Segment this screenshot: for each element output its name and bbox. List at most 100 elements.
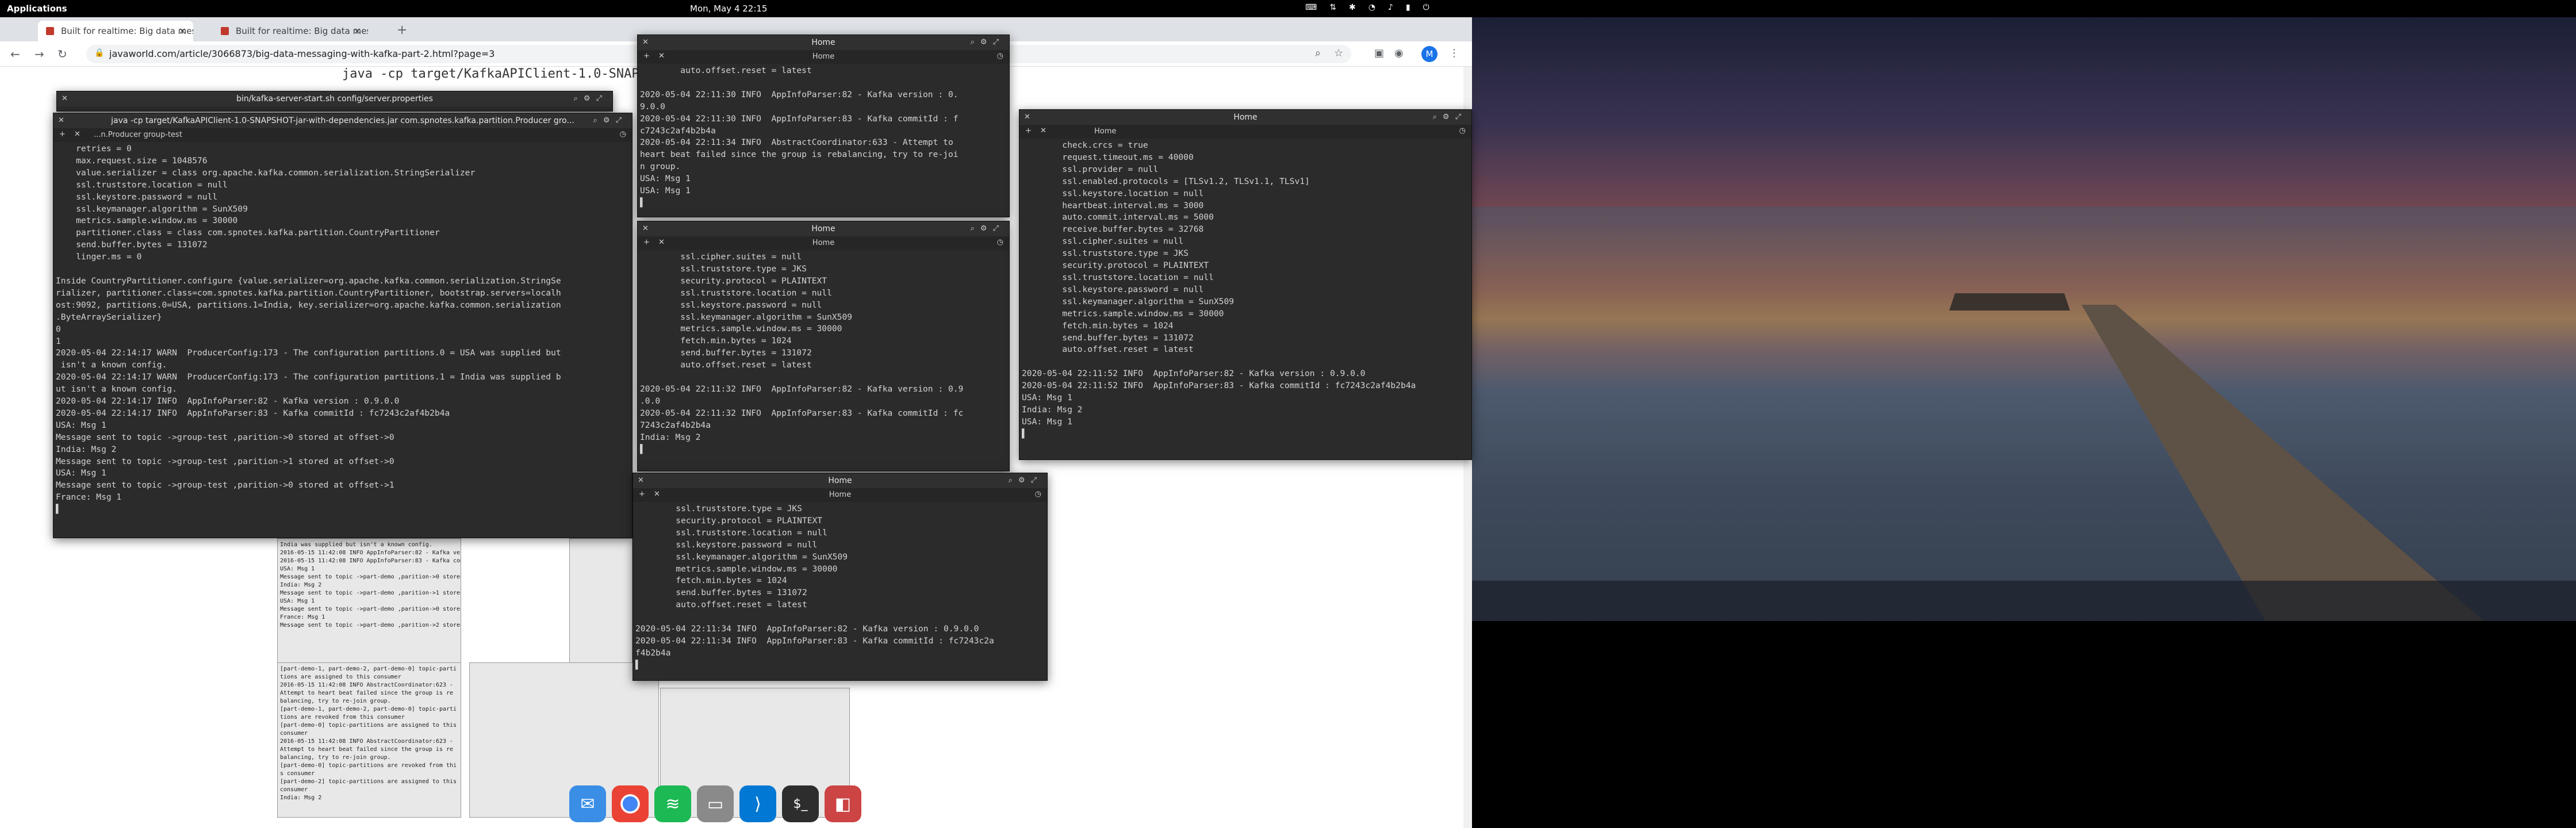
terminal-tabbar: + ✕ Home ◷ xyxy=(638,50,1009,64)
reload-icon[interactable]: ↻ xyxy=(57,47,67,61)
window-titlebar[interactable]: ✕ Home ⌕⚙⤢ xyxy=(633,473,1047,488)
extension-icon[interactable]: ▣ xyxy=(1374,47,1384,59)
close-tab-icon[interactable]: × xyxy=(179,25,186,36)
volume-icon[interactable]: ♪ xyxy=(1388,3,1393,12)
window-controls[interactable]: ⌕⚙⤢ xyxy=(1009,473,1042,488)
terminal-window-producer[interactable]: ✕ java -cp target/KafkaAPIClient-1.0-SNA… xyxy=(53,113,632,538)
top-panel: Applications Mon, May 4 22:15 ⌨ ⇅ ✱ ◔ ♪ … xyxy=(0,0,2576,17)
terminal-output[interactable]: ssl.truststore.type = JKS security.proto… xyxy=(635,503,1045,680)
extension-badge-icon[interactable]: ◉ xyxy=(1394,47,1404,59)
window-titlebar[interactable]: ✕ Home ⌕⚙⤢ xyxy=(638,221,1009,236)
article-screenshot-left: India was supplied but isn't a known con… xyxy=(277,538,461,676)
terminal-window-consumer-2[interactable]: ✕ Home ⌕⚙⤢ + ✕ Home ◷ ssl.cipher.suites … xyxy=(637,221,1010,471)
window-titlebar[interactable]: ✕ Home ⌕⚙⤢ xyxy=(1019,110,1471,125)
dock: ✉ ≋ ▭ ⟩ $_ ◧ xyxy=(569,785,861,826)
chrome-icon[interactable] xyxy=(612,785,649,822)
terminal-output[interactable]: auto.offset.reset = latest 2020-05-04 22… xyxy=(640,65,1007,217)
close-tab-icon[interactable]: × xyxy=(354,25,361,36)
terminal-output[interactable]: ssl.cipher.suites = null ssl.truststore.… xyxy=(640,251,1007,471)
tab-label[interactable]: Home xyxy=(638,52,1009,61)
forward-arrow-icon[interactable]: → xyxy=(34,47,44,61)
tab-menu-icon[interactable]: ◷ xyxy=(620,130,626,139)
article-screenshot-mid xyxy=(569,538,632,676)
close-tab-icon[interactable]: ✕ xyxy=(74,130,80,139)
window-title: Home xyxy=(811,224,835,233)
favicon-icon xyxy=(221,27,229,35)
files-icon[interactable]: ▭ xyxy=(697,785,734,822)
tab-label[interactable]: Home xyxy=(633,490,1047,499)
terminal-window-server[interactable]: ✕ bin/kafka-server-start.sh config/serve… xyxy=(56,91,613,112)
close-tab-icon[interactable]: ✕ xyxy=(1040,126,1046,135)
vscode-icon[interactable]: ⟩ xyxy=(739,785,776,822)
terminal-output[interactable]: check.crcs = true request.timeout.ms = 4… xyxy=(1022,140,1469,459)
window-titlebar[interactable]: ✕ Home ⌕⚙⤢ xyxy=(638,35,1009,50)
browser-tab[interactable]: Built for realtime: Big data mes × xyxy=(213,21,368,41)
tab-menu-icon[interactable]: ◷ xyxy=(997,52,1003,60)
thumb-text: [part-demo-1, part-demo-2, part-demo-0] … xyxy=(280,666,457,801)
power-icon[interactable]: ⏻ xyxy=(1423,3,1429,12)
window-titlebar[interactable]: ✕ java -cp target/KafkaAPIClient-1.0-SNA… xyxy=(53,113,632,128)
terminal-tabbar: + ✕ Home ◷ xyxy=(1019,125,1471,139)
tab-menu-icon[interactable]: ◷ xyxy=(1035,490,1041,499)
tab-label: Built for realtime: Big data mes xyxy=(61,26,193,36)
spotify-icon[interactable]: ≋ xyxy=(654,785,691,822)
search-icon[interactable]: ⌕ xyxy=(1315,47,1321,59)
window-title: java -cp target/KafkaAPIClient-1.0-SNAPS… xyxy=(111,116,574,125)
tab-label[interactable]: Home xyxy=(638,239,1009,247)
right-monitor xyxy=(1472,17,2576,828)
terminal-tabbar: + ✕ Home ◷ xyxy=(638,236,1009,250)
applications-menu[interactable]: Applications xyxy=(7,3,67,14)
url-text: javaworld.com/article/3066873/big-data-m… xyxy=(109,48,495,59)
terminal-output[interactable]: retries = 0 max.request.size = 1048576 v… xyxy=(56,143,630,538)
new-tab-icon[interactable]: + xyxy=(1025,126,1032,135)
bluetooth-icon[interactable]: ✱ xyxy=(1349,3,1356,12)
window-title: bin/kafka-server-start.sh config/server.… xyxy=(236,94,433,103)
window-title: Home xyxy=(828,476,852,485)
close-icon[interactable]: ✕ xyxy=(58,113,64,128)
browser-tab[interactable]: Built for realtime: Big data mes × xyxy=(38,21,193,41)
thumb-text: India was supplied but isn't a known con… xyxy=(280,542,461,628)
pier-image xyxy=(1472,207,2576,621)
window-controls[interactable]: ⌕⚙⤢ xyxy=(574,91,608,106)
window-controls[interactable]: ⌕⚙⤢ xyxy=(971,35,1005,50)
menu-icon[interactable]: ⋮ xyxy=(1449,47,1459,59)
terminal-tabbar: + ✕ Home ◷ xyxy=(633,488,1047,502)
back-arrow-icon[interactable]: ← xyxy=(10,47,20,61)
favicon-icon xyxy=(46,27,54,35)
tab-label[interactable]: ...n.Producer group-test xyxy=(94,131,182,139)
window-controls[interactable]: ⌕⚙⤢ xyxy=(1433,110,1467,125)
battery-icon[interactable]: ▮ xyxy=(1406,3,1410,12)
clock[interactable]: Mon, May 4 22:15 xyxy=(690,3,767,14)
software-center-icon[interactable]: ◧ xyxy=(825,785,861,822)
keyboard-icon[interactable]: ⌨ xyxy=(1305,3,1317,12)
terminal-window-consumer-1[interactable]: ✕ Home ⌕⚙⤢ + ✕ Home ◷ auto.offset.reset … xyxy=(637,34,1010,217)
wifi-icon[interactable]: ◔ xyxy=(1368,3,1375,12)
tab-menu-icon[interactable]: ◷ xyxy=(1459,126,1466,135)
system-tray: ⌨ ⇅ ✱ ◔ ♪ ▮ ⏻ xyxy=(1305,3,1429,12)
window-title: Home xyxy=(1233,113,1258,122)
terminal-icon[interactable]: $_ xyxy=(782,785,819,822)
close-icon[interactable]: ✕ xyxy=(62,91,68,106)
close-icon[interactable]: ✕ xyxy=(642,221,649,236)
close-icon[interactable]: ✕ xyxy=(638,473,644,488)
close-icon[interactable]: ✕ xyxy=(1024,110,1030,125)
window-controls[interactable]: ⌕⚙⤢ xyxy=(593,113,627,128)
terminal-tabbar: + ✕ ...n.Producer group-test ◷ xyxy=(53,128,632,142)
article-screenshot-bottom-left: [part-demo-1, part-demo-2, part-demo-0] … xyxy=(277,662,461,818)
window-title: Home xyxy=(811,38,835,47)
new-tab-icon[interactable]: + xyxy=(59,130,66,139)
mail-icon[interactable]: ✉ xyxy=(569,785,606,822)
profile-avatar[interactable]: M xyxy=(1421,46,1438,62)
network-icon[interactable]: ⇅ xyxy=(1329,3,1336,12)
star-icon[interactable]: ☆ xyxy=(1334,47,1343,59)
window-titlebar[interactable]: ✕ bin/kafka-server-start.sh config/serve… xyxy=(57,91,612,106)
tab-label[interactable]: Home xyxy=(1094,127,1116,136)
terminal-window-consumer-3[interactable]: ✕ Home ⌕⚙⤢ + ✕ Home ◷ ssl.truststore.typ… xyxy=(632,473,1048,681)
tab-label: Built for realtime: Big data mes xyxy=(236,26,368,36)
window-controls[interactable]: ⌕⚙⤢ xyxy=(971,221,1005,236)
lock-icon: 🔒 xyxy=(94,48,105,57)
terminal-window-consumer-4[interactable]: ✕ Home ⌕⚙⤢ + ✕ Home ◷ check.crcs = true … xyxy=(1019,109,1472,460)
close-icon[interactable]: ✕ xyxy=(642,35,649,50)
tab-menu-icon[interactable]: ◷ xyxy=(997,238,1003,247)
new-tab-button[interactable]: + xyxy=(397,23,407,37)
